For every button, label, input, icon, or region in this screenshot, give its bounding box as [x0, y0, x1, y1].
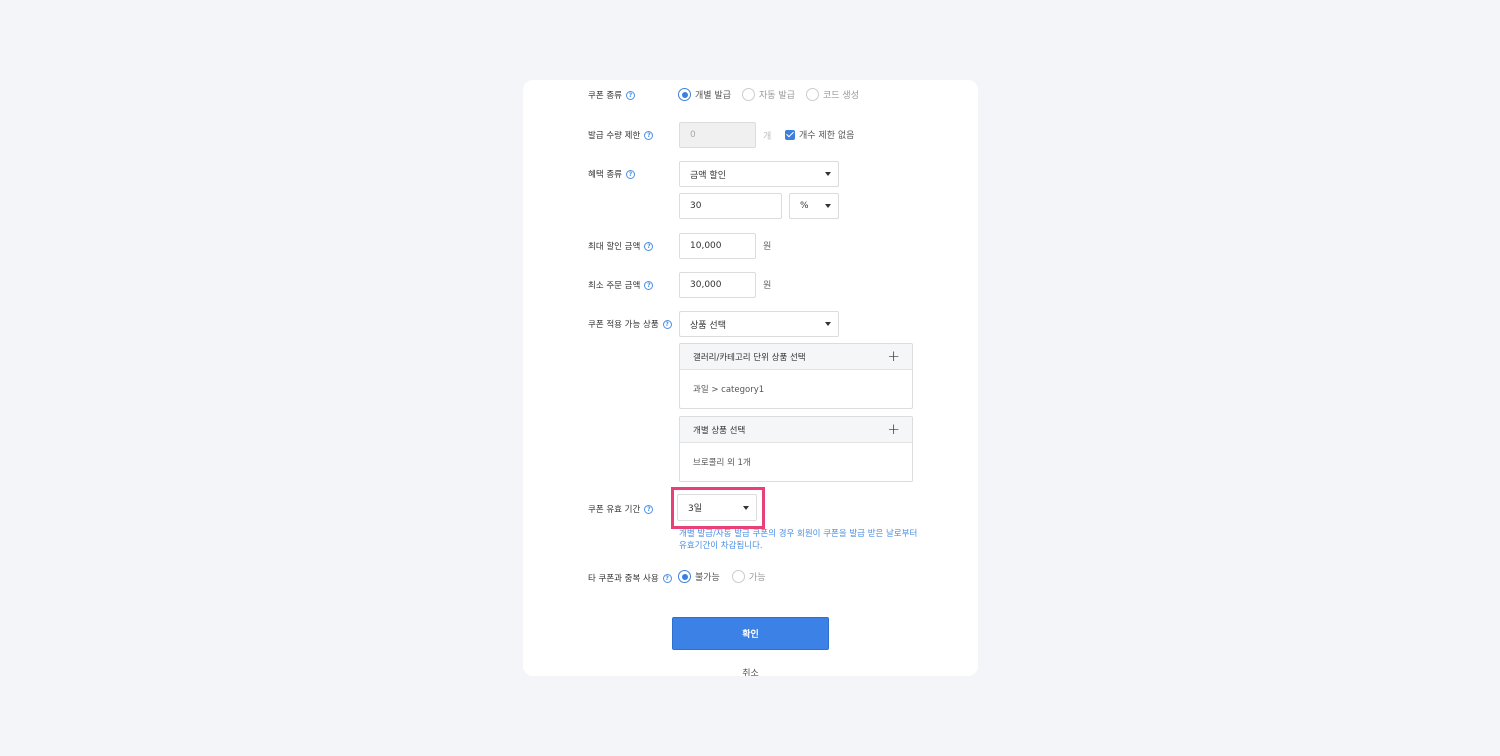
plus-icon[interactable]: +: [887, 349, 900, 364]
issue-limit-label: 발급 수량 제한 ?: [588, 129, 654, 141]
plus-icon[interactable]: +: [887, 422, 900, 437]
category-box-content: 과일 > category1: [693, 385, 765, 395]
radio-unselected-icon[interactable]: [742, 88, 755, 101]
issue-limit-label-text: 발급 수량 제한: [588, 131, 641, 141]
validity-label: 쿠폰 유효 기간 ?: [588, 503, 654, 515]
category-box-header: 갤러리/카테고리 단위 상품 선택 +: [680, 344, 912, 370]
product-box-body: 브로콜리 외 1개: [680, 443, 912, 481]
coupon-type-label: 쿠폰 종류 ?: [588, 89, 635, 101]
validity-note-line: 유효기간이 차감됩니다.: [679, 541, 763, 551]
confirm-button-label: 확인: [742, 630, 759, 640]
validity-value: 3일: [688, 504, 703, 514]
help-icon[interactable]: ?: [644, 504, 654, 514]
applicable-products-label-text: 쿠폰 적용 가능 상품: [588, 320, 659, 330]
issue-limit-input[interactable]: 0: [679, 122, 756, 148]
issue-limit-unit: 개: [763, 132, 772, 142]
caret-down-icon: [743, 505, 749, 510]
benefit-type-label: 혜택 종류 ?: [588, 168, 635, 180]
benefit-type-value: 금액 할인: [690, 170, 726, 181]
benefit-unit-select[interactable]: %: [789, 193, 839, 219]
coupon-type-label-text: 쿠폰 종류: [588, 91, 622, 101]
help-icon[interactable]: ?: [662, 573, 672, 583]
radio-label: 코드 생성: [823, 91, 859, 101]
product-selection-box: 개별 상품 선택 + 브로콜리 외 1개: [679, 416, 913, 482]
radio-auto-issue[interactable]: 자동 발급: [742, 88, 795, 101]
benefit-type-select[interactable]: 금액 할인: [679, 161, 839, 187]
applicable-products-value: 상품 선택: [690, 320, 726, 331]
max-discount-unit: 원: [763, 242, 772, 252]
max-discount-label-text: 최대 할인 금액: [588, 242, 641, 252]
coupon-form-card: 쿠폰 종류 ? 개별 발급 자동 발급 코드 생성 발급 수량 제한 ? 0 개…: [523, 80, 978, 676]
category-selection-box: 갤러리/카테고리 단위 상품 선택 + 과일 > category1: [679, 343, 913, 409]
cancel-button-label: 취소: [742, 669, 759, 676]
min-order-input[interactable]: 30,000: [679, 272, 756, 298]
no-limit-checkbox[interactable]: 개수 제한 없음: [785, 128, 854, 141]
product-box-header: 개별 상품 선택 +: [680, 417, 912, 443]
validity-label-text: 쿠폰 유효 기간: [588, 505, 641, 515]
validity-select[interactable]: 3일: [677, 494, 757, 521]
min-order-label: 최소 주문 금액 ?: [588, 279, 654, 291]
validity-note: 개별 발급/자동 발급 쿠폰의 경우 회원이 쿠폰을 발급 받은 날로부터 유효…: [679, 528, 919, 552]
radio-duplicate-allow[interactable]: 가능: [732, 570, 766, 583]
radio-selected-icon[interactable]: [678, 88, 691, 101]
min-order-label-text: 최소 주문 금액: [588, 281, 641, 291]
benefit-amount-input[interactable]: 30: [679, 193, 782, 219]
radio-label: 불가능: [695, 573, 720, 583]
max-discount-label: 최대 할인 금액 ?: [588, 240, 654, 252]
help-icon[interactable]: ?: [625, 169, 635, 179]
max-discount-value: 10,000: [690, 241, 722, 251]
caret-down-icon: [825, 204, 831, 208]
radio-label: 자동 발급: [759, 91, 795, 101]
category-box-title: 갤러리/카테고리 단위 상품 선택: [693, 352, 806, 363]
help-icon[interactable]: ?: [662, 319, 672, 329]
radio-label: 가능: [749, 573, 766, 583]
radio-duplicate-disallow[interactable]: 불가능: [678, 570, 720, 583]
validity-note-line: 개별 발급/자동 발급 쿠폰의 경우 회원이 쿠폰을 발급 받은 날로부터: [679, 529, 918, 539]
benefit-type-label-text: 혜택 종류: [588, 170, 622, 180]
radio-individual-issue[interactable]: 개별 발급: [678, 88, 731, 101]
checkbox-label: 개수 제한 없음: [799, 131, 855, 141]
issue-limit-value: 0: [690, 130, 696, 140]
min-order-value: 30,000: [690, 280, 722, 290]
radio-unselected-icon[interactable]: [806, 88, 819, 101]
max-discount-input[interactable]: 10,000: [679, 233, 756, 259]
category-box-body: 과일 > category1: [680, 370, 912, 408]
duplicate-use-label-text: 타 쿠폰과 중복 사용: [588, 574, 659, 584]
product-box-title: 개별 상품 선택: [693, 425, 746, 436]
benefit-amount-value: 30: [690, 201, 702, 211]
radio-code-generate[interactable]: 코드 생성: [806, 88, 859, 101]
help-icon[interactable]: ?: [644, 241, 654, 251]
radio-unselected-icon[interactable]: [732, 570, 745, 583]
duplicate-use-label: 타 쿠폰과 중복 사용 ?: [588, 572, 672, 584]
applicable-products-select[interactable]: 상품 선택: [679, 311, 839, 337]
help-icon[interactable]: ?: [644, 280, 654, 290]
help-icon[interactable]: ?: [625, 90, 635, 100]
caret-down-icon: [825, 172, 831, 176]
product-box-content: 브로콜리 외 1개: [693, 458, 751, 468]
confirm-button[interactable]: 확인: [672, 617, 829, 650]
radio-selected-icon[interactable]: [678, 570, 691, 583]
min-order-unit: 원: [763, 281, 772, 291]
applicable-products-label: 쿠폰 적용 가능 상품 ?: [588, 318, 672, 330]
help-icon[interactable]: ?: [644, 130, 654, 140]
radio-label: 개별 발급: [695, 91, 731, 101]
benefit-unit-value: %: [800, 201, 809, 211]
cancel-button[interactable]: 취소: [672, 666, 829, 676]
checkbox-checked-icon[interactable]: [785, 129, 795, 140]
caret-down-icon: [825, 322, 831, 326]
